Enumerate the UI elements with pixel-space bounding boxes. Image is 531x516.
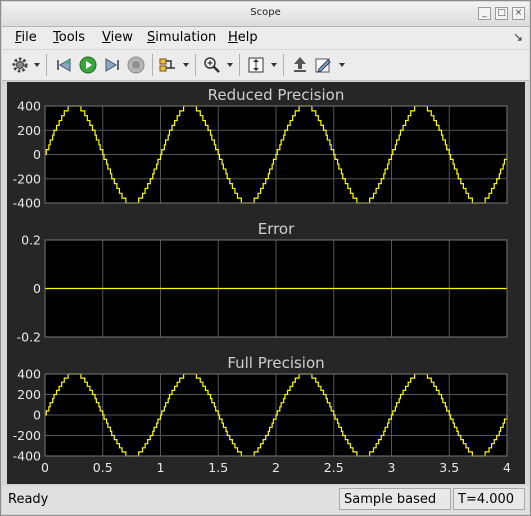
- toolbar-separator: [283, 54, 284, 76]
- x-tick-label: 2.5: [324, 460, 344, 475]
- x-tick-label: 3: [388, 460, 396, 475]
- step-forward-icon[interactable]: [102, 55, 122, 75]
- window-title: Scope: [250, 7, 281, 18]
- menu-simulation[interactable]: Simulation: [147, 30, 216, 45]
- chevron-down-icon[interactable]: [339, 63, 345, 67]
- y-tick-label: 0: [33, 281, 41, 296]
- menu-file[interactable]: File: [15, 30, 37, 45]
- toolbar-separator: [152, 54, 153, 76]
- gear-icon[interactable]: [10, 55, 30, 75]
- y-tick-label: -400: [13, 196, 41, 211]
- stop-icon[interactable]: [126, 55, 146, 75]
- toolbar-separator: [195, 54, 196, 76]
- chevron-down-icon[interactable]: [183, 63, 189, 67]
- x-tick-label: 2: [272, 460, 280, 475]
- chevron-down-icon[interactable]: [34, 63, 40, 67]
- maximize-icon[interactable]: □: [495, 7, 508, 20]
- chevron-down-icon[interactable]: [271, 63, 277, 67]
- plot-title: Error: [258, 220, 295, 238]
- bring-to-front-icon[interactable]: [290, 55, 310, 75]
- step-back-icon[interactable]: [54, 55, 74, 75]
- run-icon[interactable]: [78, 55, 98, 75]
- toolbar: [2, 50, 529, 81]
- x-tick-label: 4: [503, 460, 511, 475]
- y-tick-label: -200: [13, 428, 41, 443]
- status-state: Ready: [8, 492, 49, 507]
- edit-style-icon[interactable]: [313, 55, 333, 75]
- y-tick-label: 0: [33, 147, 41, 162]
- y-tick-label: 0.2: [21, 233, 41, 248]
- close-icon[interactable]: ×: [512, 7, 525, 20]
- x-tick-label: 0: [41, 460, 49, 475]
- scope-plots[interactable]: Reduced Precision4002000-200-400Error0.2…: [7, 82, 525, 484]
- scope-window: Scope _ □ × File Tools View Simulation H…: [0, 0, 531, 516]
- y-tick-label: -0.2: [17, 330, 41, 345]
- toolbar-separator: [239, 54, 240, 76]
- status-mode: Sample based: [339, 488, 451, 510]
- x-tick-label: 1.5: [208, 460, 228, 475]
- x-tick-label: 1: [157, 460, 165, 475]
- scope-display: Reduced Precision 400 200 0 -200 -400 Error 0.2…: [7, 82, 525, 484]
- menu-view[interactable]: View: [102, 30, 133, 45]
- plot-title: Full Precision: [227, 354, 324, 372]
- plot-title: Reduced Precision: [208, 86, 345, 104]
- y-tick-label: 200: [17, 123, 41, 138]
- x-tick-label: 0.5: [93, 460, 113, 475]
- y-tick-label: 400: [17, 99, 41, 114]
- y-tick-label: 0: [33, 408, 41, 423]
- status-bar: Ready Sample based T=4.000: [2, 486, 529, 514]
- y-tick-label: -400: [13, 449, 41, 464]
- menu-bar: File Tools View Simulation Help ↘: [2, 27, 529, 49]
- y-tick-label: 400: [17, 367, 41, 382]
- menu-tools[interactable]: Tools: [53, 30, 85, 45]
- y-tick-label: 200: [17, 387, 41, 402]
- minimize-icon[interactable]: _: [478, 7, 491, 20]
- status-time: T=4.000: [453, 488, 525, 510]
- highlight-signal-icon[interactable]: [158, 55, 178, 75]
- y-tick-label: -200: [13, 171, 41, 186]
- zoom-icon[interactable]: [202, 55, 222, 75]
- title-bar[interactable]: Scope _ □ ×: [2, 2, 529, 27]
- dock-icon[interactable]: ↘: [513, 30, 523, 44]
- menu-help[interactable]: Help: [228, 30, 258, 45]
- chevron-down-icon[interactable]: [227, 63, 233, 67]
- autoscale-icon[interactable]: [246, 55, 266, 75]
- toolbar-separator: [46, 54, 47, 76]
- x-tick-label: 3.5: [439, 460, 459, 475]
